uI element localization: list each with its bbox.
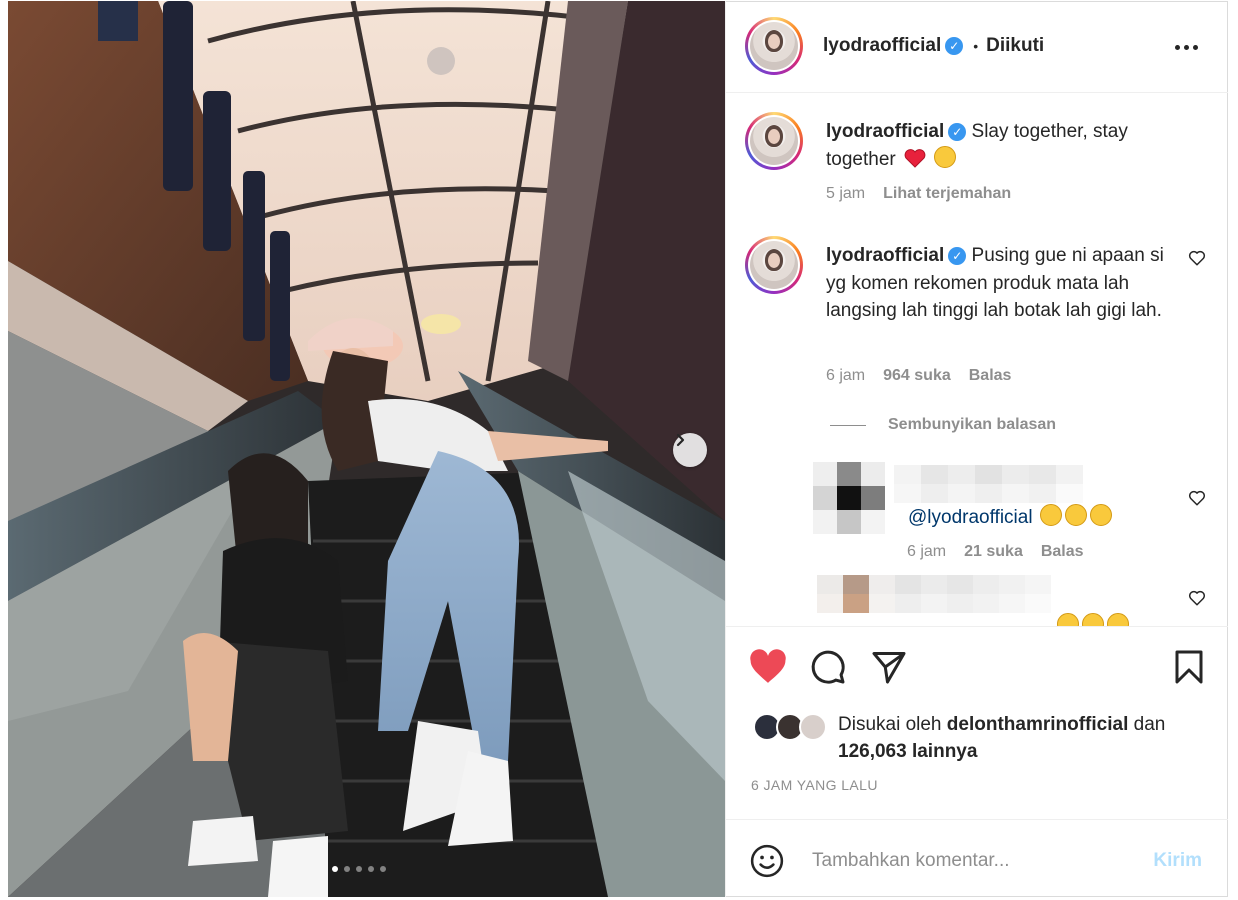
likes-summary: Disukai oleh delonthamrinofficial dan 12…: [838, 711, 1208, 765]
post-header: lyodraofficial ✓ • Diikuti: [726, 1, 1228, 93]
media-dot: [332, 866, 338, 872]
separator-dot: •: [973, 38, 979, 54]
media-dot: [344, 866, 350, 872]
liker-username-link[interactable]: delonthamrinofficial: [947, 714, 1129, 735]
verified-badge-icon: ✓: [948, 122, 967, 141]
comment-input[interactable]: [810, 846, 1114, 876]
crying-face-icon: [1107, 613, 1129, 626]
comment-avatar[interactable]: [745, 236, 803, 294]
crying-face-icon: [1090, 504, 1113, 526]
media-dot: [356, 866, 362, 872]
header-user-row: lyodraofficial ✓ • Diikuti: [823, 35, 1044, 57]
comment-text-block: lyodraofficial ✓ Pusing gue ni apaan si y…: [826, 242, 1166, 325]
caption-meta: 5 jam Lihat terjemahan: [826, 185, 1011, 203]
post-actions: Disukai oleh delonthamrinofficial dan 12…: [726, 626, 1228, 819]
post-photo[interactable]: [8, 1, 725, 897]
likes-conjunction: dan: [1133, 714, 1166, 735]
reply-likes-count[interactable]: 21 suka: [964, 543, 1023, 561]
post-side-panel: lyodraofficial ✓ • Diikuti lyodraofficia…: [725, 1, 1228, 897]
post-time-ago[interactable]: 6 JAM YANG LALU: [751, 777, 878, 793]
crying-face-icon: [1040, 504, 1063, 526]
hide-replies-toggle[interactable]: Sembunyikan balasan: [830, 416, 1056, 434]
post-comment-button[interactable]: Kirim: [1153, 850, 1202, 872]
reply-avatar-blurred[interactable]: [813, 462, 885, 534]
media-dot: [368, 866, 374, 872]
reply-button[interactable]: Balas: [1041, 543, 1084, 561]
chevron-right-icon: [676, 433, 685, 447]
next-media-button[interactable]: [673, 433, 707, 467]
mention-link[interactable]: @lyodraofficial: [908, 507, 1033, 528]
reply-time: 6 jam: [907, 543, 947, 560]
media-pagination-dots: [332, 866, 386, 872]
caption-time: 5 jam: [826, 185, 866, 202]
hide-replies-label: Sembunyikan balasan: [888, 416, 1057, 433]
caption-avatar[interactable]: [745, 112, 803, 170]
comment-username[interactable]: lyodraofficial: [826, 245, 944, 266]
smiling-face-icon: [934, 145, 957, 168]
reply-emoji-row: [1054, 613, 1129, 626]
reply-text-block: @lyodraofficial: [908, 504, 1113, 529]
verified-badge-icon: ✓: [945, 37, 964, 55]
crying-face-icon: [1082, 613, 1104, 626]
save-bookmark-icon[interactable]: [1171, 649, 1207, 685]
see-translation-link[interactable]: Lihat terjemahan: [883, 185, 1011, 203]
caption-username[interactable]: lyodraofficial: [826, 121, 944, 142]
liker-avatar[interactable]: [799, 713, 827, 741]
photo-illustration: [8, 1, 725, 897]
more-options-icon[interactable]: [1175, 45, 1198, 50]
share-send-icon[interactable]: [871, 649, 907, 685]
crying-face-icon: [1057, 613, 1079, 626]
reply-button[interactable]: Balas: [969, 367, 1012, 385]
like-heart-icon[interactable]: [749, 649, 787, 685]
like-comment-heart-icon[interactable]: [1188, 249, 1206, 267]
comment-time: 6 jam: [826, 367, 866, 384]
comment-icon[interactable]: [810, 649, 846, 685]
verified-badge-icon: ✓: [948, 246, 967, 265]
like-reply-heart-icon[interactable]: [1188, 489, 1206, 507]
author-username[interactable]: lyodraofficial: [823, 35, 941, 57]
emoji-picker-icon[interactable]: [750, 844, 784, 878]
caption-text-block: lyodraofficial ✓ Slay together, stay toge…: [826, 118, 1166, 176]
likes-prefix: Disukai oleh: [838, 714, 942, 735]
crying-face-icon: [1065, 504, 1088, 526]
media-dot: [380, 866, 386, 872]
add-comment-bar: Kirim: [726, 819, 1228, 897]
comments-list[interactable]: lyodraofficial ✓ Slay together, stay toge…: [726, 93, 1228, 626]
reply-author-blurred[interactable]: [817, 575, 1051, 613]
like-reply-heart-icon[interactable]: [1188, 589, 1206, 607]
red-heart-icon: [904, 148, 926, 177]
comment-meta: 6 jam 964 suka Balas: [826, 367, 1011, 385]
likes-others-link[interactable]: 126,063 lainnya: [838, 741, 977, 762]
reply-meta: 6 jam 21 suka Balas: [907, 543, 1084, 561]
comment-likes-count[interactable]: 964 suka: [883, 367, 951, 385]
reply-username-blurred[interactable]: [894, 465, 1083, 503]
following-button[interactable]: Diikuti: [986, 35, 1044, 57]
author-avatar[interactable]: [745, 17, 803, 75]
